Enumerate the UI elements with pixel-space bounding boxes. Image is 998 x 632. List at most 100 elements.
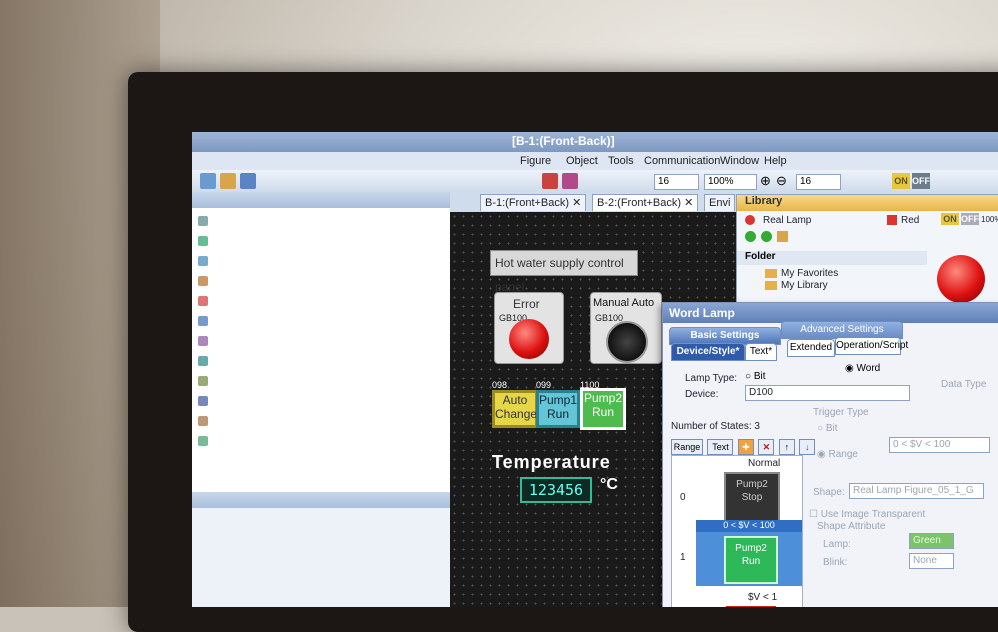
zoom-select[interactable]: 100% — [704, 174, 757, 190]
tab-b2[interactable]: B-2:(Front+Back) ✕ — [592, 194, 699, 211]
color-swatch — [887, 215, 897, 225]
lamp-type-label: Lamp Type: — [685, 373, 738, 384]
font-size-select[interactable]: 16 — [654, 174, 699, 190]
lamp-type[interactable]: Real Lamp — [763, 215, 811, 226]
tab-device-style[interactable]: Device/Style* — [671, 343, 745, 361]
menu-object[interactable]: Object — [566, 155, 598, 167]
tab-extended[interactable]: Extended — [787, 339, 835, 357]
save-icon[interactable] — [240, 173, 256, 189]
tree-icon — [198, 396, 208, 406]
font-size-select-2[interactable]: 16 — [796, 174, 841, 190]
open-icon[interactable] — [220, 173, 236, 189]
state-preview-run[interactable]: Pump2 Run — [724, 536, 778, 584]
lamp-label: Lamp: — [823, 539, 851, 550]
move-up-icon[interactable]: ↑ — [778, 439, 795, 455]
trigger-type-label: Trigger Type — [813, 407, 869, 418]
folder-icon — [765, 269, 777, 278]
close-icon[interactable]: ✕ — [684, 197, 693, 209]
red-lamp-icon — [509, 319, 549, 359]
folder-header: Folder — [737, 251, 927, 265]
on-toggle[interactable]: ON — [892, 173, 910, 189]
device-input[interactable]: D100 — [745, 385, 910, 401]
shape-field[interactable]: Real Lamp Figure_05_1_G — [849, 483, 984, 499]
forward-icon[interactable] — [761, 231, 772, 242]
color-select[interactable]: Red — [901, 215, 919, 226]
menu-figure[interactable]: Figure — [520, 155, 551, 167]
state-index: 0 — [680, 492, 686, 503]
temperature-display[interactable]: 123456 — [520, 477, 592, 503]
monitor-screen: [B-1:(Front-Back)] Figure Object Tools C… — [192, 132, 998, 607]
radio-word[interactable]: ◉ Word — [845, 363, 880, 374]
lamp-color-select[interactable]: Green — [909, 533, 954, 549]
close-icon[interactable]: ✕ — [572, 197, 581, 209]
use-image-transparent-checkbox[interactable]: ☐ Use Image Transparent — [809, 509, 925, 520]
blink-label: Blink: — [823, 557, 848, 568]
state-condition: Normal — [748, 458, 781, 469]
tree-icon — [198, 316, 208, 326]
zoom-out-icon[interactable]: ⊖ — [776, 173, 787, 189]
delete-icon[interactable]: ✕ — [758, 439, 775, 455]
manual-auto-switch-frame[interactable]: Manual Auto GB100 — [590, 292, 662, 364]
state-preview-stop[interactable]: Pump2 Stop — [724, 472, 780, 522]
auto-change-button[interactable]: Auto Change — [492, 390, 538, 428]
folder-item[interactable]: My Library — [781, 280, 828, 291]
device-tag: 099 — [536, 380, 552, 390]
range-expression-field[interactable]: 0 < $V < 100 — [889, 437, 990, 453]
zoom-in-icon[interactable]: ⊕ — [760, 173, 771, 189]
tab-operation-script[interactable]: Operation/Script — [835, 337, 908, 355]
device-tag: 098 — [492, 380, 508, 390]
pump2-run-button[interactable]: Pump2 Run — [580, 388, 626, 430]
folder-item[interactable]: My Favorites — [781, 268, 838, 279]
text-button[interactable]: Text — [707, 439, 734, 455]
menu-window[interactable]: Window — [720, 155, 759, 167]
tab-b1[interactable]: B-1:(Front+Back) ✕ — [480, 194, 587, 211]
data-type-label: Data Type — [941, 379, 987, 390]
trigger-radio-range[interactable]: ◉ Range — [817, 449, 858, 460]
tree-icon — [198, 296, 208, 306]
library-off-toggle[interactable]: OFF — [961, 213, 979, 225]
edit-icon[interactable] — [562, 173, 578, 189]
manual-auto-label: Manual Auto — [593, 297, 655, 309]
properties-panel — [192, 492, 451, 607]
screen-icon[interactable] — [542, 173, 558, 189]
range-button[interactable]: Range — [671, 439, 703, 455]
title-panel[interactable]: Hot water supply control panel — [490, 250, 638, 294]
menu-help[interactable]: Help — [764, 155, 787, 167]
off-toggle[interactable]: OFF — [912, 173, 930, 189]
toolbar: 16 100% ⊕ ⊖ 16 ON OFF — [192, 170, 998, 193]
error-label: Error — [513, 297, 540, 311]
selector-switch-icon — [606, 321, 648, 363]
add-icon[interactable]: ✚ — [737, 439, 754, 455]
move-down-icon[interactable]: ↓ — [799, 439, 816, 455]
dialog-title: Word Lamp — [663, 303, 998, 323]
state-condition: $V < 1 — [748, 592, 778, 603]
tab-text[interactable]: Text* — [745, 343, 777, 361]
state-condition-selected[interactable]: 0 < $V < 100 — [696, 520, 802, 532]
properties-panel-header — [192, 492, 450, 508]
radio-bit[interactable]: ○ Bit — [745, 371, 766, 382]
red-lamp-preview-icon[interactable] — [937, 255, 985, 303]
word-lamp-dialog: Word Lamp Basic Settings Advanced Settin… — [662, 302, 998, 607]
tree-icon — [198, 236, 208, 246]
pump1-run-button[interactable]: Pump1 Run — [536, 390, 580, 428]
menu-communication[interactable]: Communication — [644, 155, 720, 167]
library-zoom[interactable]: 100% — [981, 215, 998, 224]
tree-icon — [198, 256, 208, 266]
state-index: 1 — [680, 552, 686, 563]
state-list-toolbar: Range Text ✚ ✕ ↑ ↓ — [671, 437, 816, 455]
window-title: [B-1:(Front-Back)] — [512, 134, 615, 148]
tree-icon — [198, 376, 208, 386]
state-list: Normal 0 Pump2 Stop 0 < $V < 100 1 Pump2… — [671, 455, 803, 607]
title-bar: [B-1:(Front-Back)] — [192, 132, 998, 152]
new-icon[interactable] — [200, 173, 216, 189]
error-lamp-frame[interactable]: Error GB100 — [494, 292, 564, 364]
project-panel — [192, 192, 451, 492]
tab-envi[interactable]: Envi — [704, 194, 736, 211]
folder-icon[interactable] — [777, 231, 788, 242]
library-on-toggle[interactable]: ON — [941, 213, 959, 225]
back-icon[interactable] — [745, 231, 756, 242]
blink-select[interactable]: None — [909, 553, 954, 569]
trigger-radio-bit[interactable]: ○ Bit — [817, 423, 838, 434]
shape-attribute-label: Shape Attribute — [817, 521, 886, 532]
menu-tools[interactable]: Tools — [608, 155, 634, 167]
